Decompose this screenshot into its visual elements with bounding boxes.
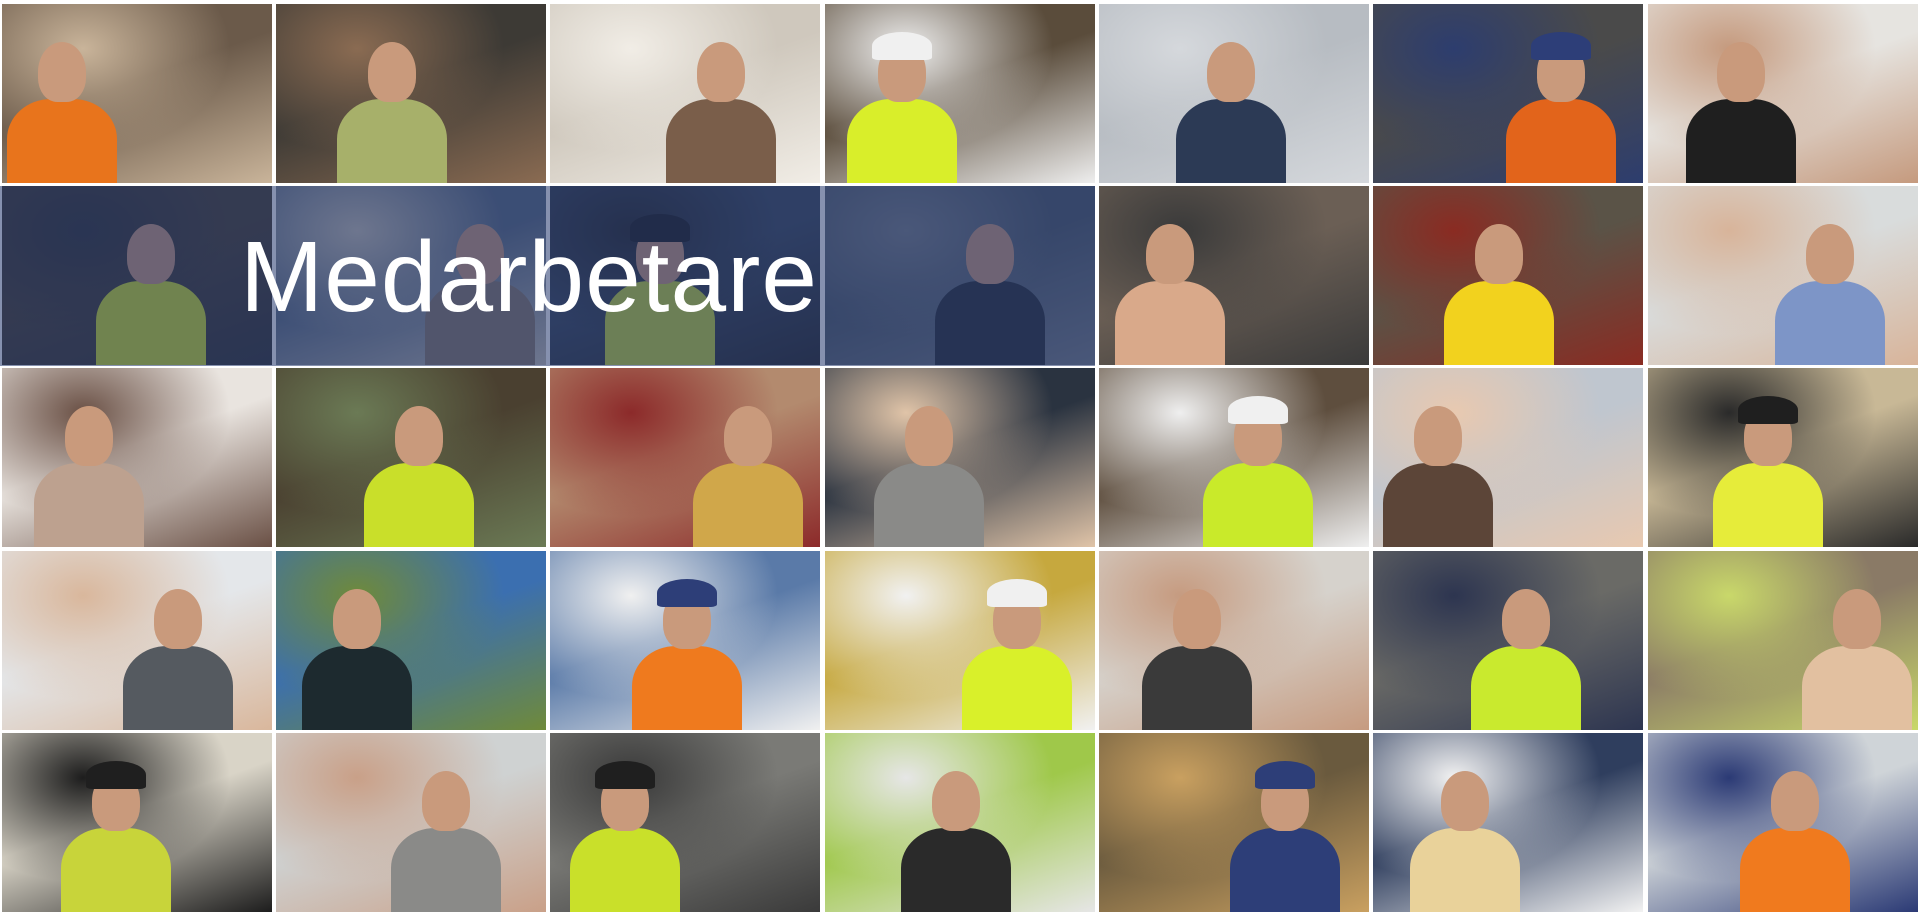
person-body xyxy=(1505,99,1616,183)
person-head xyxy=(153,589,202,649)
person-head xyxy=(1502,589,1550,649)
photo-tile-man-reading-black-shirt xyxy=(1648,4,1918,183)
person-head xyxy=(1172,589,1221,649)
person-body xyxy=(846,99,957,183)
photo-tile-woman-white-helmet-yellow xyxy=(825,551,1095,730)
helmet-icon xyxy=(1530,32,1591,60)
person-body xyxy=(1774,281,1885,365)
person-body xyxy=(666,99,776,183)
person-body xyxy=(693,463,803,547)
photo-tile-man-gesturing-green xyxy=(825,733,1095,912)
person-head xyxy=(1413,406,1462,466)
photo-tile-worker-orange-vest xyxy=(2,4,272,183)
photo-tile-woman-scarf-meeting xyxy=(550,368,820,547)
person-head xyxy=(1440,771,1489,831)
person-body xyxy=(873,463,984,547)
person-head xyxy=(1771,771,1819,831)
photo-tile-worker-yellow-beam xyxy=(1373,186,1643,365)
photo-tile-women-smiling xyxy=(2,368,272,547)
photo-tile-worker-white-helmet-yellow xyxy=(825,4,1095,183)
person-head xyxy=(1832,589,1881,649)
photo-tile-worker-dark-helmet-yellow xyxy=(1648,368,1918,547)
helmet-icon xyxy=(595,761,655,789)
person-body xyxy=(1230,828,1340,912)
photo-tile-man-suit-office xyxy=(2,551,272,730)
person-body xyxy=(1409,828,1520,912)
person-body xyxy=(122,646,233,730)
person-head xyxy=(421,771,470,831)
person-body xyxy=(900,828,1011,912)
page-title: Medarbetare xyxy=(240,221,818,333)
photo-tile-woman-writing-blonde xyxy=(1373,733,1643,912)
person-body xyxy=(962,646,1072,730)
person-body xyxy=(7,99,117,183)
photo-tile-men-reading-plans xyxy=(1099,551,1369,730)
person-head xyxy=(65,406,113,466)
person-head xyxy=(394,406,443,466)
photo-tile-man-green-sweater xyxy=(276,4,546,183)
person-body xyxy=(1141,646,1252,730)
person-head xyxy=(1207,42,1255,102)
photo-tile-worker-blue-helmet-closeup xyxy=(1099,733,1369,912)
person-head xyxy=(367,42,416,102)
person-head xyxy=(724,406,772,466)
person-body xyxy=(363,463,474,547)
photo-tile-worker-forest-skanska xyxy=(276,368,546,547)
photo-tile-woman-thinking xyxy=(1648,551,1918,730)
photo-tile-worker-gravel-helmet xyxy=(550,733,820,912)
person-body xyxy=(61,828,171,912)
person-head xyxy=(1145,224,1194,284)
person-head xyxy=(931,771,980,831)
photo-tile-worker-blue-helmet-smile xyxy=(550,551,820,730)
photo-tile-man-laughing-checked xyxy=(1648,186,1918,365)
person-head xyxy=(1475,224,1523,284)
photo-tile-man-face-striped xyxy=(1099,186,1369,365)
person-body xyxy=(1740,828,1850,912)
photo-tile-woman-smiling-grey xyxy=(825,368,1095,547)
photo-tile-worker-blue-helmet-orange xyxy=(1373,4,1643,183)
photo-tile-workers-yellow-jackets xyxy=(1373,551,1643,730)
person-body xyxy=(1176,99,1286,183)
person-body xyxy=(631,646,742,730)
person-body xyxy=(34,463,144,547)
photo-tile-man-woman-talking xyxy=(276,733,546,912)
photo-tile-worker-interior-dark-helmet xyxy=(2,733,272,912)
photo-tile-worker-rebar-white-helmet xyxy=(1099,368,1369,547)
photo-tile-woman-safety-glasses-orange xyxy=(1648,733,1918,912)
person-body xyxy=(302,646,412,730)
helmet-icon xyxy=(871,32,932,60)
person-body xyxy=(1203,463,1313,547)
person-head xyxy=(1805,224,1854,284)
photo-tile-worker-silhouette-blue xyxy=(276,551,546,730)
person-head xyxy=(1717,42,1765,102)
person-body xyxy=(1801,646,1912,730)
person-body xyxy=(570,828,680,912)
person-head xyxy=(904,406,953,466)
person-body xyxy=(1114,281,1225,365)
person-body xyxy=(1471,646,1581,730)
photo-tile-worker-rooftop-plank xyxy=(1099,4,1369,183)
person-head xyxy=(697,42,745,102)
helmet-icon xyxy=(1228,396,1288,424)
helmet-icon xyxy=(987,579,1047,607)
helmet-icon xyxy=(1738,396,1798,424)
person-head xyxy=(333,589,381,649)
person-body xyxy=(390,828,501,912)
photo-tile-woman-writing-desk xyxy=(550,4,820,183)
person-body xyxy=(1713,463,1823,547)
helmet-icon xyxy=(1255,761,1315,789)
person-body xyxy=(336,99,447,183)
helmet-icon xyxy=(86,761,146,789)
helmet-icon xyxy=(656,579,717,607)
person-body xyxy=(1382,463,1493,547)
person-body xyxy=(1686,99,1796,183)
photo-mosaic xyxy=(0,0,1920,914)
person-head xyxy=(38,42,86,102)
photo-tile-woman-short-hair xyxy=(1373,368,1643,547)
person-body xyxy=(1444,281,1554,365)
